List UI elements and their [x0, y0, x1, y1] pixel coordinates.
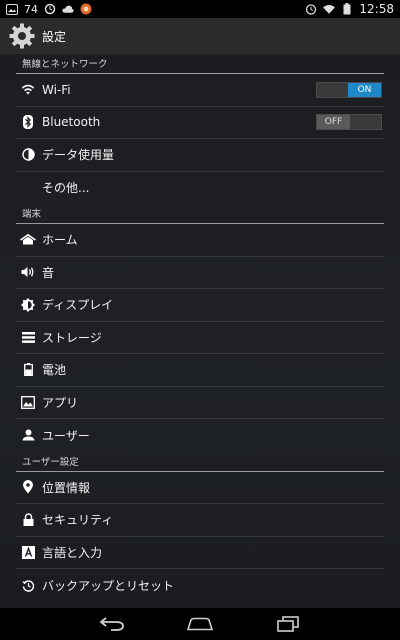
battery-icon	[341, 3, 353, 15]
section-header-device: 端末	[16, 204, 384, 224]
wifi-icon	[323, 3, 336, 15]
settings-item-label: ホーム	[42, 233, 78, 248]
settings-item-label: ストレージ	[42, 330, 102, 345]
home-icon	[19, 231, 37, 249]
settings-item-label: 電池	[42, 363, 67, 378]
settings-item-label: バックアップとリセット	[42, 578, 175, 593]
bluetooth-toggle[interactable]: OFF	[316, 114, 382, 131]
notification-count: 74	[24, 2, 38, 16]
storage-icon	[19, 328, 37, 346]
settings-item-security[interactable]: セキュリティ	[16, 504, 384, 537]
home-icon	[187, 617, 213, 631]
app-icon	[80, 3, 92, 15]
sync-icon	[44, 3, 56, 15]
settings-item-label: ディスプレイ	[42, 298, 114, 313]
cloud-icon	[62, 3, 74, 15]
action-bar: 設定	[0, 18, 400, 54]
settings-list[interactable]: 無線とネットワーク Wi-Fi ON Bluetooth OFF データ使用量 …	[0, 54, 400, 608]
page-title: 設定	[42, 29, 67, 44]
speaker-icon	[19, 263, 37, 281]
brightness-icon	[19, 296, 37, 314]
recents-button[interactable]	[244, 608, 332, 640]
settings-item-sound[interactable]: 音	[16, 257, 384, 289]
settings-item-label: その他...	[42, 181, 90, 196]
navigation-bar	[0, 608, 400, 640]
section-header-personal: ユーザー設定	[16, 452, 384, 472]
battery-icon	[19, 361, 37, 379]
status-bar: 74 12:58	[0, 0, 400, 18]
alarm-icon	[305, 3, 317, 15]
settings-item-label: データ使用量	[42, 148, 115, 163]
settings-item-label: アプリ	[42, 395, 79, 410]
language-icon	[19, 543, 37, 561]
settings-item-battery[interactable]: 電池	[16, 354, 384, 387]
settings-item-more[interactable]: その他...	[16, 172, 384, 205]
settings-item-storage[interactable]: ストレージ	[16, 322, 384, 354]
settings-item-label: セキュリティ	[42, 513, 114, 528]
recents-icon	[277, 616, 299, 632]
lock-icon	[19, 511, 37, 529]
toggle-state: OFF	[317, 115, 350, 130]
settings-item-wifi[interactable]: Wi-Fi ON	[16, 74, 384, 107]
data-usage-icon	[19, 146, 37, 164]
settings-item-label: ユーザー	[42, 428, 90, 443]
settings-item-home[interactable]: ホーム	[16, 224, 384, 257]
settings-item-label: 音	[42, 265, 55, 280]
section-header-wireless: 無線とネットワーク	[16, 54, 384, 74]
settings-item-label: 言語と入力	[42, 545, 103, 560]
settings-item-display[interactable]: ディスプレイ	[16, 289, 384, 322]
settings-item-label: Wi-Fi	[42, 82, 71, 97]
settings-item-location[interactable]: 位置情報	[16, 472, 384, 504]
back-icon	[99, 617, 125, 631]
image-icon	[6, 3, 18, 15]
apps-icon	[19, 393, 37, 411]
settings-item-language[interactable]: 言語と入力	[16, 537, 384, 569]
settings-item-bluetooth[interactable]: Bluetooth OFF	[16, 107, 384, 139]
backup-icon	[19, 576, 37, 594]
gear-icon[interactable]	[8, 22, 36, 50]
settings-item-data-usage[interactable]: データ使用量	[16, 139, 384, 172]
home-button[interactable]	[156, 608, 244, 640]
settings-item-label: 位置情報	[42, 480, 91, 495]
settings-item-label: Bluetooth	[42, 115, 101, 130]
settings-item-apps[interactable]: アプリ	[16, 387, 384, 419]
back-button[interactable]	[68, 608, 156, 640]
clock: 12:58	[359, 2, 394, 16]
settings-item-backup[interactable]: バックアップとリセット	[16, 569, 384, 602]
location-icon	[19, 478, 37, 496]
wifi-icon	[19, 81, 37, 99]
wifi-toggle[interactable]: ON	[316, 81, 382, 98]
bluetooth-icon	[19, 113, 37, 131]
user-icon	[19, 426, 37, 444]
toggle-state: ON	[348, 82, 381, 97]
settings-item-users[interactable]: ユーザー	[16, 419, 384, 452]
system-status-area: 12:58	[305, 2, 394, 16]
notification-area: 74	[6, 3, 92, 16]
